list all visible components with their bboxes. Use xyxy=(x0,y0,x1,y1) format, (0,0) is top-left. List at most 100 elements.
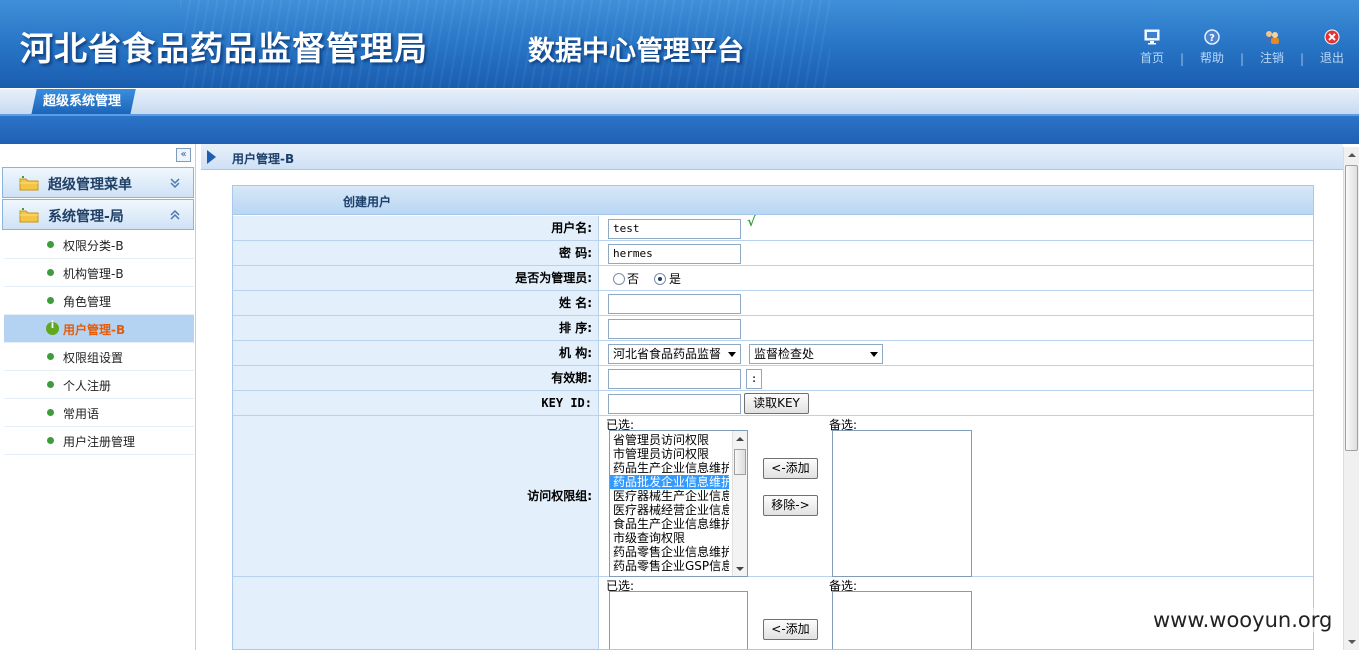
form-header: 创建用户 xyxy=(233,186,1313,215)
row-order: 排 序: xyxy=(233,316,1313,341)
keyid-input[interactable] xyxy=(608,394,741,414)
access-group-label: 访问权限组: xyxy=(233,416,599,576)
scrollbar-thumb[interactable] xyxy=(1345,165,1358,451)
sidebar-item-label: 常用语 xyxy=(63,407,100,421)
sidebar-item-label: 用户注册管理 xyxy=(63,435,136,449)
username-input[interactable]: test xyxy=(608,219,741,239)
row-password: 密 码: hermes xyxy=(233,241,1313,266)
app-header: 河北省食品药品监督管理局 数据中心管理平台 首页 | ? 帮助 | 注销 | 退… xyxy=(0,0,1359,88)
menu-super-admin[interactable]: 超级管理菜单 xyxy=(2,167,194,198)
selected-permissions-listbox[interactable]: 省管理员访问权限 市管理员访问权限 药品生产企业信息维护 药品批发企业信息维护 … xyxy=(609,430,748,577)
admin-no-radio[interactable] xyxy=(613,273,625,285)
list-item[interactable]: 省管理员访问权限 xyxy=(610,433,729,447)
arrow-right-icon xyxy=(207,150,216,164)
scroll-down-icon[interactable] xyxy=(736,567,744,571)
org-select-department-value: 监督检查处 xyxy=(754,347,815,361)
org-label: 机 构: xyxy=(233,341,599,365)
bullet-icon xyxy=(47,353,54,360)
list-item[interactable]: 药品零售企业GSP信息 xyxy=(610,559,729,573)
nav-exit[interactable]: 退出 xyxy=(1302,28,1359,66)
tabbar-underline xyxy=(0,114,1359,144)
scrollbar-thumb[interactable] xyxy=(734,449,746,475)
tab-super-system-admin[interactable]: 超级系统管理 xyxy=(31,89,136,115)
available-permissions-listbox[interactable] xyxy=(832,430,972,577)
menu-system-admin[interactable]: 系统管理-局 xyxy=(2,199,194,230)
validity-input[interactable] xyxy=(608,369,741,389)
second-group-label xyxy=(233,577,599,649)
nav-help-label: 帮助 xyxy=(1199,51,1224,65)
users-icon xyxy=(1265,31,1279,44)
password-label: 密 码: xyxy=(233,241,599,265)
chevron-down-icon xyxy=(870,352,878,357)
header-nav: 首页 | ? 帮助 | 注销 | 退出 xyxy=(1122,28,1359,66)
chevron-down-icon xyxy=(170,178,180,189)
remove-permission-button[interactable]: 移除-> xyxy=(763,495,818,516)
is-admin-label: 是否为管理员: xyxy=(233,266,599,290)
breadcrumb: 用户管理-B xyxy=(201,144,1343,170)
name-input[interactable] xyxy=(608,294,741,314)
listbox-scrollbar[interactable] xyxy=(732,431,747,576)
platform-title: 数据中心管理平台 xyxy=(528,36,744,67)
sidebar-item-label: 权限组设置 xyxy=(63,351,124,365)
list-item[interactable]: 药品零售企业信息维护 xyxy=(610,545,729,559)
sidebar-item-role-management[interactable]: 角色管理 xyxy=(4,287,194,315)
nav-home[interactable]: 首页 | xyxy=(1122,28,1184,66)
nav-help[interactable]: ? 帮助 | xyxy=(1182,28,1244,66)
sidebar-collapse-button[interactable]: « xyxy=(176,148,191,162)
username-label: 用户名: xyxy=(233,216,599,240)
page-scrollbar[interactable] xyxy=(1343,147,1359,650)
sidebar-item-org-management[interactable]: 机构管理-B xyxy=(4,259,194,287)
scroll-down-icon[interactable] xyxy=(1348,640,1356,644)
sidebar-item-label: 机构管理-B xyxy=(63,267,124,281)
row-name: 姓 名: xyxy=(233,291,1313,316)
sidebar: « 超级管理菜单 系统管理-局 权限分类-B 机构管理-B 角色管理 i 用户管… xyxy=(0,144,196,650)
list-item-highlighted[interactable]: 药品批发企业信息维护 xyxy=(610,474,730,490)
list-item[interactable]: 食品生产企业信息维护 xyxy=(610,517,729,531)
valid-check-icon: √ xyxy=(747,215,756,230)
row-second-group: 已选: 备选: <-添加 xyxy=(233,577,1313,649)
order-input[interactable] xyxy=(608,319,741,339)
sidebar-item-personal-registration[interactable]: 个人注册 xyxy=(4,371,194,399)
scroll-up-icon[interactable] xyxy=(1348,153,1356,157)
list-item[interactable]: 市管理员访问权限 xyxy=(610,447,729,461)
second-add-button[interactable]: <-添加 xyxy=(763,619,818,640)
bullet-icon xyxy=(47,409,54,416)
info-icon xyxy=(46,320,59,335)
add-permission-button[interactable]: <-添加 xyxy=(763,458,818,479)
list-item[interactable]: 药品生产企业信息维护 xyxy=(610,461,729,475)
sidebar-item-permission-group[interactable]: 权限组设置 xyxy=(4,343,194,371)
read-key-button[interactable]: 读取KEY xyxy=(744,393,809,414)
org-select-province[interactable]: 河北省食品药品监督 xyxy=(608,344,741,364)
sidebar-item-label: 个人注册 xyxy=(63,379,112,393)
admin-no-label: 否 xyxy=(627,272,640,286)
list-item[interactable]: 市级查询权限 xyxy=(610,531,729,545)
list-item[interactable]: 医疗器械生产企业信息 xyxy=(610,489,729,503)
nav-logout-label: 注销 xyxy=(1259,51,1284,65)
folder-icon xyxy=(19,176,39,191)
sidebar-item-label: 用户管理-B xyxy=(63,323,126,337)
keyid-label: KEY ID: xyxy=(233,391,599,415)
password-input[interactable]: hermes xyxy=(608,244,741,264)
sidebar-item-label: 权限分类-B xyxy=(63,239,124,253)
org-select-province-value: 河北省食品药品监督 xyxy=(613,347,722,361)
date-picker-button[interactable]: : xyxy=(746,369,762,389)
admin-yes-radio[interactable] xyxy=(654,273,666,285)
nav-logout[interactable]: 注销 | xyxy=(1242,28,1304,66)
sidebar-item-common-phrases[interactable]: 常用语 xyxy=(4,399,194,427)
agency-title: 河北省食品药品监督管理局 xyxy=(20,29,428,68)
bullet-icon xyxy=(47,269,54,276)
sidebar-item-user-management[interactable]: 用户管理-B xyxy=(4,315,194,343)
second-available-listbox[interactable] xyxy=(832,591,972,649)
second-selected-listbox[interactable] xyxy=(609,591,748,649)
scroll-up-icon[interactable] xyxy=(736,437,744,441)
list-item[interactable]: 医疗器械经营企业信息 xyxy=(610,503,729,517)
row-key-id: KEY ID: 读取KEY xyxy=(233,391,1313,416)
help-icon: ? xyxy=(1204,29,1220,45)
bullet-icon xyxy=(47,241,54,248)
listbox-options: 省管理员访问权限 市管理员访问权限 药品生产企业信息维护 药品批发企业信息维护 … xyxy=(610,431,747,573)
bullet-icon xyxy=(47,437,54,444)
sidebar-item-user-registration-management[interactable]: 用户注册管理 xyxy=(4,427,194,455)
sidebar-item-label: 角色管理 xyxy=(63,295,112,309)
sidebar-item-permission-category[interactable]: 权限分类-B xyxy=(4,231,194,259)
org-select-department[interactable]: 监督检查处 xyxy=(749,344,883,364)
